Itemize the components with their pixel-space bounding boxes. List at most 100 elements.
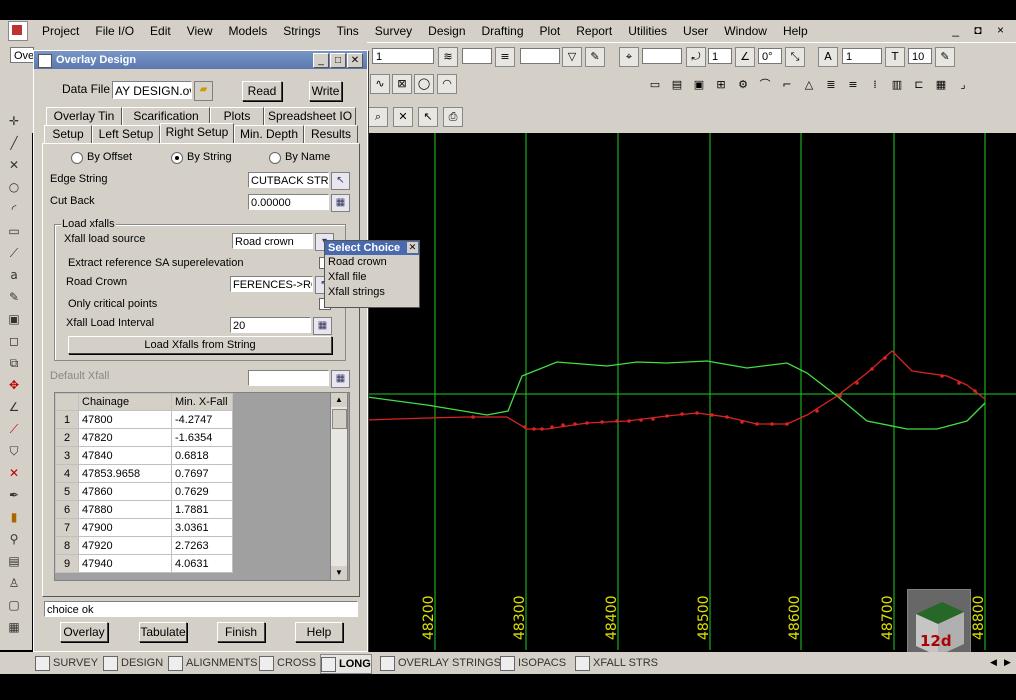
- menu-report[interactable]: Report: [568, 24, 620, 38]
- shape-icon[interactable]: ◻: [6, 334, 22, 348]
- xfall-cell[interactable]: 0.7697: [171, 464, 233, 483]
- close-icon[interactable]: ✕: [407, 242, 418, 253]
- tab-left-setup[interactable]: Left Setup: [92, 125, 160, 143]
- tab-cross[interactable]: CROSS: [259, 654, 316, 672]
- menu-file-io[interactable]: File I/O: [87, 24, 142, 38]
- frame-icon[interactable]: ▢: [6, 598, 22, 612]
- default-xfall-calculator-icon[interactable]: ▦: [331, 370, 350, 388]
- write-button[interactable]: Write: [309, 81, 342, 101]
- symbol-icon[interactable]: ⌖: [619, 47, 639, 67]
- edit-text-icon[interactable]: ✎: [935, 47, 955, 67]
- ch-icon[interactable]: ▣: [690, 76, 708, 94]
- help-button[interactable]: Help: [295, 622, 343, 642]
- text-abc-icon[interactable]: a: [6, 268, 22, 282]
- app-icon[interactable]: [8, 21, 28, 41]
- toolbar-input-blank-2[interactable]: [520, 48, 560, 64]
- window-controls[interactable]: _ ◘ ×: [952, 23, 1010, 37]
- table-row[interactable]: 3 47840 0.6818: [55, 446, 233, 465]
- overlay-button[interactable]: Overlay: [60, 622, 108, 642]
- folder-icon[interactable]: ▰: [194, 81, 213, 101]
- xfall-cell[interactable]: -4.2747: [171, 410, 233, 429]
- polyline-icon[interactable]: ⟋: [6, 246, 22, 260]
- arc-icon[interactable]: ◜: [6, 202, 22, 216]
- column-header[interactable]: Min. X-Fall: [171, 393, 233, 411]
- grid-icon[interactable]: ⊞: [712, 76, 730, 94]
- scroll-up-icon[interactable]: ▲: [331, 393, 347, 407]
- scale-icon[interactable]: ⤡: [785, 47, 805, 67]
- menu-plot[interactable]: Plot: [532, 24, 569, 38]
- chainage-cell[interactable]: 47800: [78, 410, 172, 429]
- table-row[interactable]: 2 47820 -1.6354: [55, 428, 233, 447]
- arc-tool-icon[interactable]: ◠: [437, 74, 457, 94]
- edit-line-icon[interactable]: ⟋: [6, 422, 22, 436]
- menu-survey[interactable]: Survey: [367, 24, 420, 38]
- bracket-icon[interactable]: ⌐: [778, 76, 796, 94]
- measure-icon[interactable]: ⚲: [6, 532, 22, 546]
- person-icon[interactable]: ♙: [6, 576, 22, 590]
- tab-setup[interactable]: Setup: [44, 125, 92, 143]
- toolbar-input-a[interactable]: 1: [372, 48, 434, 64]
- menu-design[interactable]: Design: [420, 24, 473, 38]
- chainage-cell[interactable]: 47880: [78, 500, 172, 519]
- dots-icon[interactable]: ⁞: [866, 76, 884, 94]
- rotate-icon[interactable]: ⤾: [686, 47, 706, 67]
- menu-utilities[interactable]: Utilities: [620, 24, 675, 38]
- scroll-thumb[interactable]: [332, 409, 347, 429]
- text-style-icon[interactable]: A: [818, 47, 838, 67]
- cross-icon[interactable]: ✕: [6, 158, 22, 172]
- tab-overlay-strings[interactable]: OVERLAY STRINGS: [380, 654, 501, 672]
- print-icon[interactable]: ⎙: [443, 107, 463, 127]
- brush-icon[interactable]: ✎: [6, 290, 22, 304]
- scroll-down-icon[interactable]: ▼: [331, 566, 347, 580]
- toolbar-input-text-size[interactable]: 10: [908, 48, 932, 64]
- tab-spreadsheet-io[interactable]: Spreadsheet IO: [264, 107, 356, 125]
- xfall-cell[interactable]: 2.7263: [171, 536, 233, 555]
- table-row[interactable]: 7 47900 3.0361: [55, 518, 233, 537]
- table-row[interactable]: 1 47800 -4.2747: [55, 410, 233, 429]
- table-row[interactable]: 8 47920 2.7263: [55, 536, 233, 555]
- tab-survey[interactable]: SURVEY: [35, 654, 98, 672]
- menu-edit[interactable]: Edit: [142, 24, 179, 38]
- window-icon[interactable]: ▣: [6, 312, 22, 326]
- menu-tins[interactable]: Tins: [329, 24, 367, 38]
- corner-icon[interactable]: ⌟: [954, 76, 972, 94]
- menu-window[interactable]: Window: [716, 24, 775, 38]
- long-section-canvas[interactable]: [367, 133, 1016, 650]
- model-prefix-input[interactable]: Ove: [10, 47, 34, 63]
- dialog-titlebar[interactable]: Overlay Design _ □ ✕: [34, 51, 367, 69]
- pencil-icon[interactable]: ✎: [585, 47, 605, 67]
- shade-icon[interactable]: ▥: [888, 76, 906, 94]
- menu-models[interactable]: Models: [221, 24, 276, 38]
- move-icon[interactable]: ✥: [6, 378, 22, 392]
- menu-drafting[interactable]: Drafting: [474, 24, 532, 38]
- sheet-icon[interactable]: ▤: [6, 554, 22, 568]
- chainage-cell[interactable]: 47853.9658: [78, 464, 172, 483]
- table-scrollbar[interactable]: ▲ ▼: [330, 392, 348, 581]
- chainage-cell[interactable]: 47920: [78, 536, 172, 555]
- zoom-icon[interactable]: ⌕: [368, 107, 388, 127]
- xfall-cell[interactable]: 0.7629: [171, 482, 233, 501]
- by-offset-radio[interactable]: [71, 152, 83, 164]
- line-icon[interactable]: ╱: [6, 136, 22, 150]
- maximize-button[interactable]: □: [330, 53, 346, 68]
- tab-right-setup[interactable]: Right Setup: [160, 123, 234, 143]
- tab-min-depth[interactable]: Min. Depth: [234, 125, 304, 143]
- xfall-cell[interactable]: 1.7881: [171, 500, 233, 519]
- circle-tool-icon[interactable]: ◯: [414, 74, 434, 94]
- toolbar-input-c[interactable]: 1: [842, 48, 882, 64]
- section-icon[interactable]: ⊏: [910, 76, 928, 94]
- shield-icon[interactable]: ⛉: [6, 444, 22, 458]
- gear-icon[interactable]: ⚙: [734, 76, 752, 94]
- xfall-load-source-field[interactable]: Road crown: [232, 233, 313, 249]
- chainage-cell[interactable]: 47820: [78, 428, 172, 447]
- tab-long[interactable]: LONG: [320, 654, 372, 674]
- by-name-radio[interactable]: [269, 152, 281, 164]
- xfall-cell[interactable]: -1.6354: [171, 428, 233, 447]
- xfall-load-interval-field[interactable]: 20: [230, 317, 311, 333]
- hatch-icon[interactable]: ≣: [822, 76, 840, 94]
- table-row[interactable]: 6 47880 1.7881: [55, 500, 233, 519]
- linestyle-icon[interactable]: ≡: [495, 47, 515, 67]
- table-row[interactable]: 4 47853.9658 0.7697: [55, 464, 233, 483]
- table-row[interactable]: 9 47940 4.0631: [55, 554, 233, 573]
- cross-tool-icon[interactable]: ⊠: [392, 74, 412, 94]
